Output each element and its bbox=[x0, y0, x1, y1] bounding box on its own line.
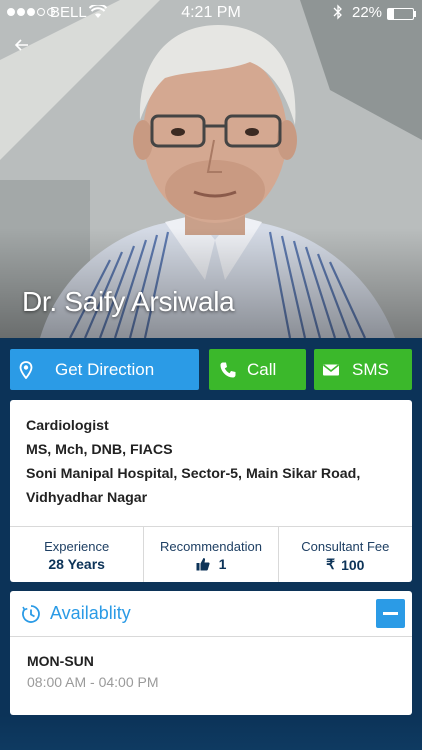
doctor-details: Cardiologist MS, Mch, DNB, FIACS Soni Ma… bbox=[26, 414, 406, 510]
address-line-1: Soni Manipal Hospital, Sector-5, Main Si… bbox=[26, 466, 361, 482]
qualifications: MS, Mch, DNB, FIACS bbox=[26, 442, 173, 458]
sms-button[interactable]: SMS bbox=[314, 349, 412, 390]
experience-value: 28 Years bbox=[48, 556, 105, 572]
get-direction-label: Get Direction bbox=[55, 359, 155, 379]
phone-icon bbox=[220, 362, 236, 377]
back-button[interactable] bbox=[10, 34, 34, 58]
experience-stat: Experience 28 Years bbox=[10, 527, 145, 582]
availability-header[interactable]: Availablity bbox=[10, 591, 412, 637]
get-direction-button[interactable]: Get Direction bbox=[10, 349, 199, 390]
doctor-photo: BELL 4:21 PM 22% Dr. Saify Arsiwala bbox=[0, 0, 422, 338]
call-label: Call bbox=[247, 359, 277, 379]
doctor-name: Dr. Saify Arsiwala bbox=[22, 286, 235, 317]
consultant-fee-label: Consultant Fee bbox=[301, 539, 390, 554]
call-button[interactable]: Call bbox=[209, 349, 306, 390]
bluetooth-icon bbox=[333, 4, 343, 24]
location-pin-icon bbox=[19, 360, 33, 379]
battery-icon bbox=[387, 8, 414, 20]
address-line-2: Vidhyadhar Nagar bbox=[26, 490, 148, 506]
action-bar: Get Direction Call SMS bbox=[10, 349, 412, 390]
availability-title: Availablity bbox=[50, 603, 131, 623]
recommendation-stat[interactable]: Recommendation 1 bbox=[144, 527, 279, 582]
experience-label: Experience bbox=[44, 539, 110, 554]
availability-days: MON-SUN bbox=[27, 653, 94, 669]
doctor-info-card: Cardiologist MS, Mch, DNB, FIACS Soni Ma… bbox=[10, 400, 412, 582]
sms-label: SMS bbox=[352, 359, 389, 379]
status-bar: BELL 4:21 PM 22% bbox=[0, 0, 422, 26]
consultant-fee-value: 100 bbox=[341, 556, 365, 573]
battery-percentage: 22% bbox=[352, 4, 383, 21]
consultant-fee-stat: Consultant Fee ₹ 100 bbox=[279, 527, 412, 582]
arrow-left-icon bbox=[14, 39, 28, 51]
bottom-background bbox=[0, 715, 422, 750]
recommendation-count: 1 bbox=[218, 556, 227, 572]
availability-hours: 08:00 AM - 04:00 PM bbox=[27, 674, 159, 690]
availability-card: Availablity MON-SUN 08:00 AM - 04:00 PM bbox=[10, 591, 412, 715]
envelope-icon bbox=[323, 363, 339, 375]
clock-icon bbox=[22, 605, 40, 623]
rupee-icon: ₹ bbox=[326, 556, 336, 572]
specialty: Cardiologist bbox=[26, 418, 109, 434]
recommendation-label: Recommendation bbox=[160, 539, 262, 554]
thumbs-up-icon bbox=[196, 558, 210, 571]
stats-row: Experience 28 Years Recommendation 1 Con… bbox=[10, 526, 412, 582]
collapse-button[interactable] bbox=[376, 599, 405, 628]
